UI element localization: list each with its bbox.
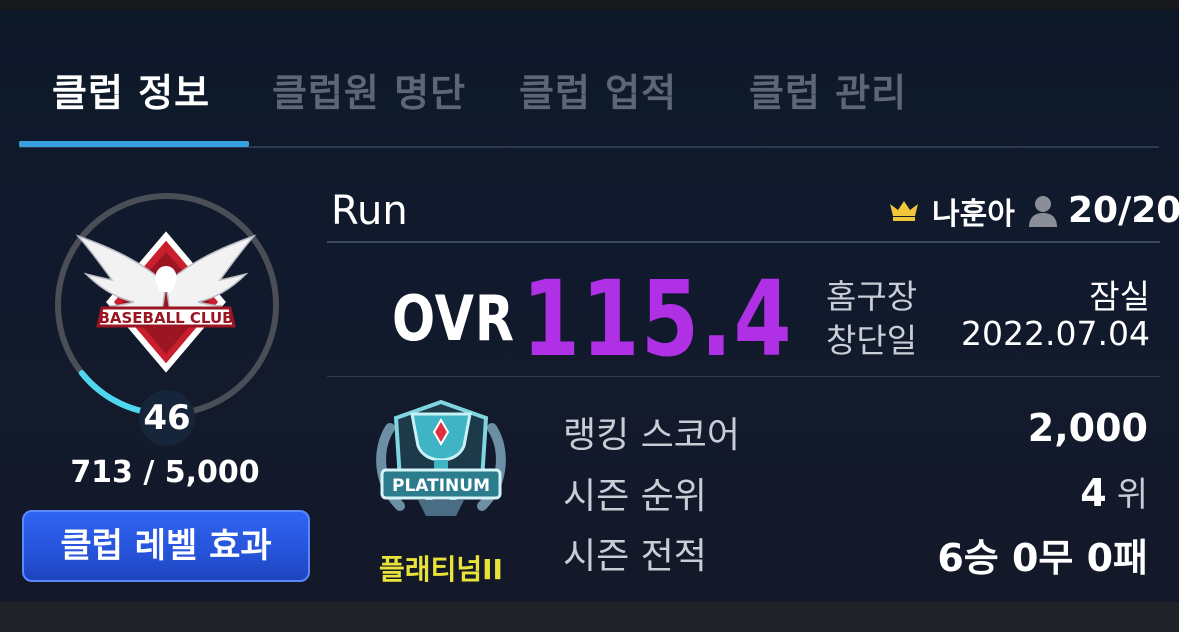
tab-club-info[interactable]: 클럽 정보 [52, 62, 210, 115]
tier-emblem-text: PLATINUM [392, 476, 490, 496]
club-level-badge: 46 [139, 390, 195, 446]
tier-name: 플래티넘II [379, 553, 503, 586]
season-rank-value: 4위 [1080, 471, 1148, 515]
platinum-tier-emblem: PLATINUM [376, 399, 506, 516]
ranking-score-label: 랭킹 스코어 [563, 415, 741, 456]
home-stadium-value: 잠실 [1089, 277, 1150, 316]
tab-club-achievements[interactable]: 클럽 업적 [519, 62, 677, 115]
season-record-value: 6승 0무 0패 [937, 536, 1148, 580]
active-tab-indicator [19, 141, 249, 147]
crown-icon [890, 201, 918, 221]
header-divider [327, 241, 1160, 243]
section-divider [327, 376, 1160, 377]
ovr-value: 115.4 [522, 258, 794, 380]
club-logo-text: BASEBALL CLUB [98, 309, 233, 327]
tab-club-members[interactable]: 클럽원 명단 [272, 62, 466, 115]
season-rank-unit: 위 [1116, 475, 1148, 515]
club-member-count: 20/20 [1068, 190, 1179, 231]
founded-date-value: 2022.07.04 [961, 314, 1150, 353]
club-level-effect-button[interactable]: 클럽 레벨 효과 [22, 510, 310, 582]
club-name: Run [331, 188, 408, 234]
top-strip [0, 0, 1179, 10]
tab-club-management[interactable]: 클럽 관리 [749, 62, 907, 115]
member-icon [1029, 196, 1057, 227]
founded-date-label: 창단일 [826, 321, 918, 360]
home-stadium-label: 홈구장 [826, 277, 918, 316]
ovr-label: OVR [392, 282, 515, 355]
bottom-strip [0, 602, 1179, 632]
club-leader-name: 나훈아 [932, 197, 1015, 232]
season-record-label: 시즌 전적 [563, 536, 707, 577]
club-exp-text: 713 / 5,000 [70, 455, 260, 490]
club-logo: BASEBALL CLUB [75, 231, 257, 373]
ranking-score-value: 2,000 [1027, 406, 1148, 450]
season-rank-label: 시즌 순위 [563, 476, 707, 517]
